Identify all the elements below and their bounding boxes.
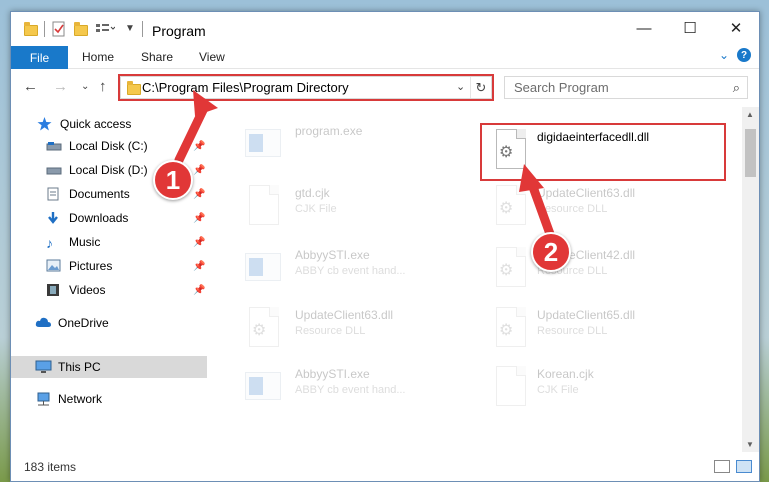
scroll-up-icon[interactable]: ▲: [746, 110, 754, 119]
scroll-thumb[interactable]: [745, 129, 756, 177]
details-view-icon[interactable]: [714, 460, 730, 473]
vertical-scrollbar[interactable]: ▲ ▼: [742, 107, 759, 452]
scroll-down-icon[interactable]: ▼: [746, 440, 754, 449]
item-count: 183 items: [24, 460, 77, 474]
step-2-badge: 2: [531, 232, 571, 272]
step-1-badge: 1: [153, 160, 193, 200]
large-icons-view-icon[interactable]: [736, 460, 752, 473]
explorer-window: ▼ Program — ☐ ✕ File Home Share View ⌄ ?…: [10, 11, 760, 482]
arrow-1: [174, 90, 218, 165]
status-bar: 183 items: [11, 452, 759, 481]
annotation-arrows: [174, 90, 559, 250]
